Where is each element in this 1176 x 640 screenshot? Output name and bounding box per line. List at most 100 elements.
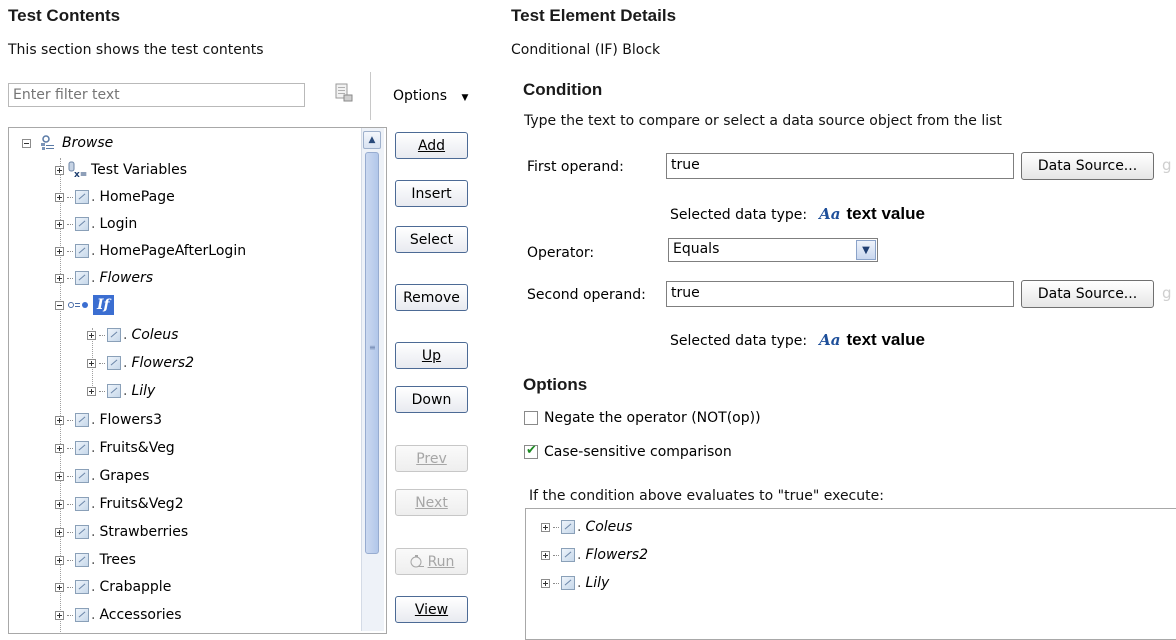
tree-item-label: Flowers2 [131, 355, 194, 371]
expand-icon[interactable] [55, 415, 64, 425]
select-button[interactable]: Select [395, 226, 468, 253]
first-operand-field[interactable]: true [666, 153, 1014, 179]
page-icon [75, 525, 89, 539]
remove-button[interactable]: Remove [395, 284, 468, 311]
first-operand-label: First operand: [527, 159, 624, 175]
expand-icon[interactable] [55, 273, 64, 283]
scroll-grip-icon: ≡ [369, 343, 376, 352]
expand-icon[interactable] [55, 471, 64, 481]
tree-item-grapes[interactable]: . Grapes [55, 464, 149, 488]
run-button[interactable]: Run [395, 548, 468, 575]
page-icon [107, 384, 121, 398]
tree-item-label: Flowers [99, 270, 154, 286]
if-block-icon [67, 300, 91, 310]
expand-icon[interactable] [541, 578, 550, 588]
case-sensitive-option[interactable]: Case-sensitive comparison [524, 443, 732, 460]
tree-item-lily[interactable]: . Lily [87, 379, 155, 403]
page-icon [75, 608, 89, 622]
run-icon [409, 554, 425, 570]
execute-item-coleus[interactable]: . Coleus [541, 515, 632, 539]
tree-item-trees[interactable]: . Trees [55, 548, 136, 572]
prev-button[interactable]: Prev [395, 445, 468, 472]
tree-item-login[interactable]: . Login [55, 212, 137, 236]
clear-filter-icon[interactable] [335, 83, 353, 103]
expand-icon[interactable] [87, 386, 96, 396]
filter-input[interactable] [8, 83, 305, 107]
execute-item-flowers2[interactable]: . Flowers2 [541, 543, 648, 567]
case-sensitive-label: Case-sensitive comparison [544, 444, 732, 460]
first-data-source-button[interactable]: Data Source... [1021, 152, 1154, 180]
up-button[interactable]: Up [395, 342, 468, 369]
selected-type-first: Selected data type: Aa text value [670, 204, 925, 223]
page-icon [75, 413, 89, 427]
svg-text:x=: x= [74, 170, 87, 179]
scroll-up-icon[interactable]: ▲ [363, 131, 381, 149]
collapse-icon[interactable] [55, 300, 64, 310]
expand-icon[interactable] [55, 443, 64, 453]
tree-item-accessories[interactable]: . Accessories [55, 603, 182, 627]
down-button[interactable]: Down [395, 386, 468, 413]
expand-icon[interactable] [87, 358, 96, 368]
execute-item-label: Coleus [585, 519, 633, 535]
dropdown-arrow-icon: ▼ [461, 93, 469, 103]
options-menu[interactable]: Options ▼ [393, 88, 468, 104]
second-operand-label: Second operand: [527, 287, 646, 303]
next-button[interactable]: Next [395, 489, 468, 516]
test-element-details-title: Test Element Details [511, 6, 677, 25]
page-icon [75, 271, 89, 285]
expand-icon[interactable] [55, 610, 64, 620]
page-icon [75, 553, 89, 567]
tree-item-fruits-veg[interactable]: . Fruits&Veg [55, 436, 175, 460]
expand-icon[interactable] [55, 527, 64, 537]
second-data-source-button[interactable]: Data Source... [1021, 280, 1154, 308]
scroll-thumb[interactable] [365, 152, 379, 554]
tree-item-label: Strawberries [99, 524, 189, 540]
expand-icon[interactable] [87, 330, 96, 340]
tree-item-test-variables[interactable]: x= Test Variables [55, 158, 187, 182]
tree-item-strawberries[interactable]: . Strawberries [55, 520, 188, 544]
operator-label: Operator: [527, 245, 595, 261]
second-operand-field[interactable]: true [666, 281, 1014, 307]
expand-icon[interactable] [55, 192, 64, 202]
negate-option[interactable]: Negate the operator (NOT(op)) [524, 410, 761, 426]
page-icon [107, 356, 121, 370]
execute-item-label: Lily [585, 575, 610, 591]
add-button[interactable]: Add [395, 132, 468, 159]
tree-root-browse[interactable]: Browse [22, 131, 113, 155]
tree-item-flowers3[interactable]: . Flowers3 [55, 408, 162, 432]
insert-button[interactable]: Insert [395, 180, 468, 207]
tree-item-homepageafterlogin[interactable]: . HomePageAfterLogin [55, 239, 246, 263]
case-sensitive-checkbox[interactable] [524, 443, 538, 459]
tree-item-flowers2[interactable]: . Flowers2 [87, 351, 194, 375]
toolbar-divider [370, 72, 371, 120]
tree-item-flowers[interactable]: . Flowers [55, 266, 153, 290]
tree-item-label: Grapes [99, 468, 150, 484]
element-type-label: Conditional (IF) Block [511, 42, 661, 58]
execute-item-lily[interactable]: . Lily [541, 571, 609, 595]
expand-icon[interactable] [55, 165, 64, 175]
expand-icon[interactable] [55, 219, 64, 229]
negate-label: Negate the operator (NOT(op)) [544, 410, 761, 426]
expand-icon[interactable] [55, 582, 64, 592]
schedule-icon [40, 135, 56, 151]
page-icon [561, 520, 575, 534]
variables-icon: x= [67, 161, 87, 179]
tree-item-crabapple[interactable]: . Crabapple [55, 575, 171, 599]
tree-item-homepage[interactable]: . HomePage [55, 185, 175, 209]
tree-item-label: Accessories [99, 607, 182, 623]
tree-item-fruits-veg2[interactable]: . Fruits&Veg2 [55, 492, 184, 516]
expand-icon[interactable] [541, 522, 550, 532]
expand-icon[interactable] [55, 555, 64, 565]
expand-icon[interactable] [541, 550, 550, 560]
operator-select[interactable]: Equals ▼ [668, 238, 878, 262]
collapse-icon[interactable] [22, 138, 31, 148]
negate-checkbox[interactable] [524, 411, 538, 425]
clipped-button-edge: g [1162, 156, 1172, 174]
tree-item-if[interactable]: If [55, 293, 114, 317]
chevron-down-icon[interactable]: ▼ [856, 240, 876, 260]
expand-icon[interactable] [55, 499, 64, 509]
view-button[interactable]: View [395, 596, 468, 623]
text-type-icon: Aa [819, 205, 841, 223]
expand-icon[interactable] [55, 246, 64, 256]
tree-item-coleus[interactable]: . Coleus [87, 323, 178, 347]
